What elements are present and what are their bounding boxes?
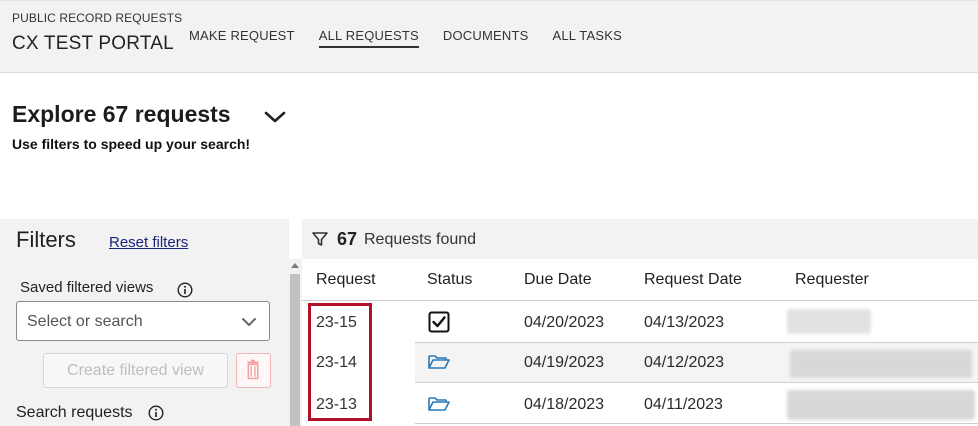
due-date-cell: 04/19/2023 xyxy=(524,354,605,371)
info-icon[interactable] xyxy=(177,282,193,298)
scroll-up-arrow-icon[interactable] xyxy=(291,263,299,268)
delete-view-button[interactable] xyxy=(236,353,271,388)
table-header-divider xyxy=(302,300,978,301)
portal-title[interactable]: CX TEST PORTAL xyxy=(12,33,174,55)
create-filtered-view-button[interactable]: Create filtered view xyxy=(43,353,228,388)
select-placeholder: Select or search xyxy=(27,313,143,330)
column-header-due-date[interactable]: Due Date xyxy=(524,271,592,289)
search-requests-label: Search requests xyxy=(16,404,133,421)
explore-subtitle: Use filters to speed up your search! xyxy=(12,136,251,152)
due-date-cell: 04/18/2023 xyxy=(524,396,605,413)
chevron-down-icon xyxy=(242,318,256,326)
nav-all-requests[interactable]: ALL REQUESTS xyxy=(318,28,419,48)
request-date-cell: 04/12/2023 xyxy=(644,354,725,371)
nav-documents[interactable]: DOCUMENTS xyxy=(443,28,529,48)
filters-title: Filters xyxy=(16,227,76,252)
row-divider xyxy=(415,382,978,383)
requester-redacted xyxy=(787,309,871,334)
due-date-cell: 04/20/2023 xyxy=(524,314,605,331)
requester-redacted xyxy=(787,390,975,420)
scrollbar-thumb[interactable] xyxy=(290,274,300,426)
chevron-down-icon[interactable] xyxy=(262,108,288,126)
row-divider xyxy=(415,342,978,343)
column-header-request-date[interactable]: Request Date xyxy=(644,271,742,289)
nav-all-tasks[interactable]: ALL TASKS xyxy=(552,28,622,48)
column-header-request[interactable]: Request xyxy=(316,271,376,289)
column-header-requester[interactable]: Requester xyxy=(795,271,869,289)
explore-title: Explore 67 requests xyxy=(12,101,231,127)
saved-views-select[interactable]: Select or search xyxy=(16,301,270,341)
open-folder-icon xyxy=(428,397,450,411)
info-icon[interactable] xyxy=(148,405,164,421)
trash-icon xyxy=(247,359,259,380)
row-divider xyxy=(415,423,978,424)
request-column-highlight xyxy=(308,303,372,421)
column-header-status[interactable]: Status xyxy=(427,271,472,289)
requester-redacted xyxy=(790,350,972,378)
portal-subtitle: PUBLIC RECORD REQUESTS xyxy=(12,11,183,25)
reset-filters-link[interactable]: Reset filters xyxy=(109,234,188,251)
top-header: PUBLIC RECORD REQUESTS CX TEST PORTAL MA… xyxy=(0,0,978,73)
results-count: 67 xyxy=(337,229,358,249)
request-date-cell: 04/13/2023 xyxy=(644,314,725,331)
request-date-cell: 04/11/2023 xyxy=(644,396,723,413)
checkbox-checked-icon xyxy=(428,311,450,333)
open-folder-icon xyxy=(428,355,450,369)
filter-funnel-icon xyxy=(312,232,328,246)
results-count-label: Requests found xyxy=(364,231,477,248)
main-nav: MAKE REQUEST ALL REQUESTS DOCUMENTS ALL … xyxy=(189,28,646,48)
nav-make-request[interactable]: MAKE REQUEST xyxy=(189,28,295,48)
saved-views-label: Saved filtered views xyxy=(20,279,154,296)
